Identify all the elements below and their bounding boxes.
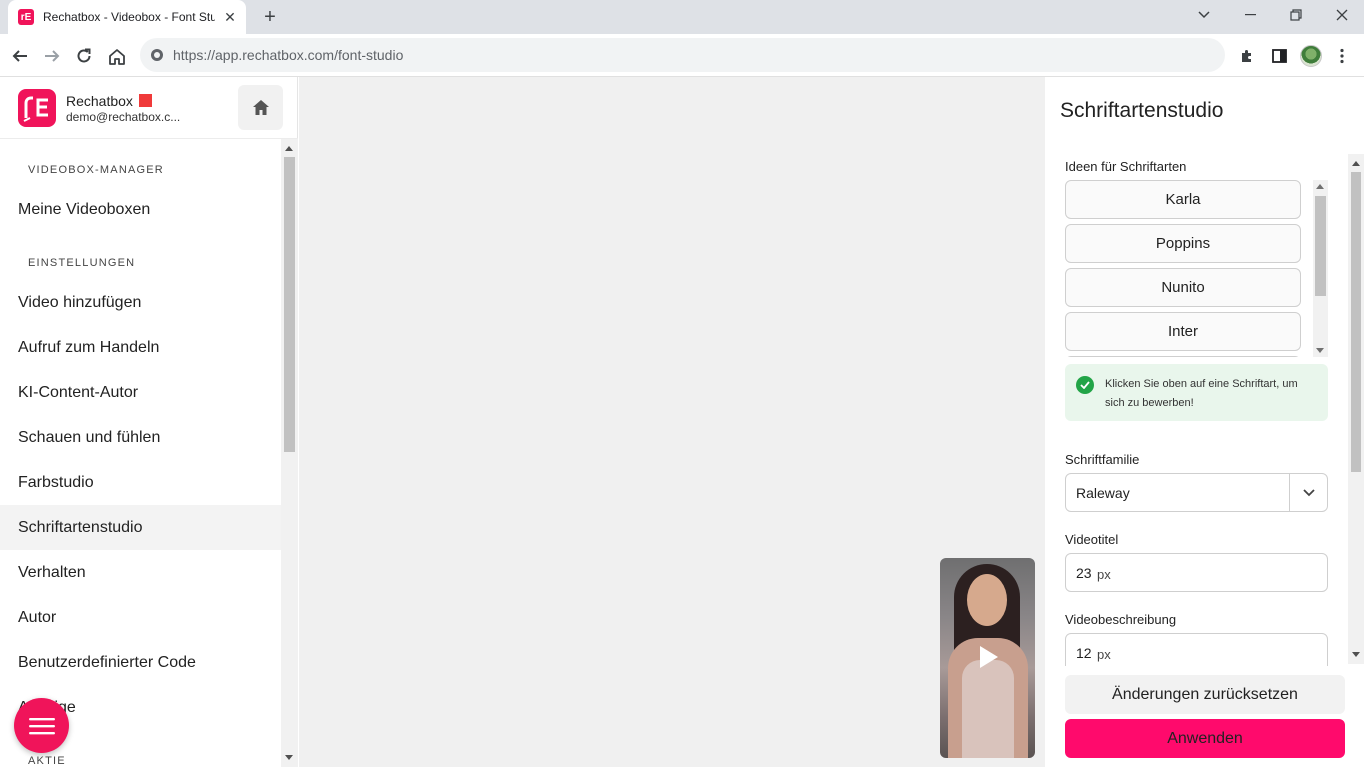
kebab-menu-icon[interactable] [1328,42,1356,70]
sidebar-scroll-thumb[interactable] [284,157,295,452]
scroll-down-arrow-icon[interactable] [285,755,293,760]
video-title-size-label: Videotitel [1065,532,1119,547]
font-studio-panel: Schriftartenstudio Ideen für Schriftarte… [1045,77,1364,767]
scroll-down-arrow-icon[interactable] [1316,348,1324,353]
url-text: https://app.rechatbox.com/font-studio [173,47,404,63]
sidebar-item-farbstudio[interactable]: Farbstudio [0,460,281,505]
browser-tab[interactable]: rE Rechatbox - Videobox - Font Studio ✕ [8,0,246,34]
font-family-select[interactable]: Raleway [1065,473,1328,512]
chevron-down-icon[interactable] [1289,474,1327,511]
video-description-size-label: Videobeschreibung [1065,612,1177,627]
sidebar-scrollbar[interactable] [281,139,298,767]
browser-tab-strip: rE Rechatbox - Videobox - Font Studio ✕ … [0,0,1364,34]
panel-scroll-thumb[interactable] [1351,172,1361,472]
brand-badge [138,94,152,107]
sidebar-item-aufruf-zum-handeln[interactable]: Aufruf zum Handeln [0,325,281,370]
section-einstellungen: EINSTELLUNGEN [28,257,136,269]
font-list-scrollbar[interactable] [1313,180,1328,357]
rechatbox-logo-icon [18,89,56,127]
scroll-up-arrow-icon[interactable] [1352,161,1360,166]
tab-favicon-icon: rE [18,9,34,25]
font-family-value: Raleway [1076,485,1130,501]
scroll-up-arrow-icon[interactable] [1316,184,1324,189]
sidebar-item-meine-videoboxen[interactable]: Meine Videoboxen [0,187,281,232]
brand-name: Rechatbox [66,93,152,109]
info-notice: Klicken Sie oben auf eine Schriftart, um… [1065,364,1328,421]
font-idea-button[interactable]: Inter [1065,312,1301,351]
forward-arrow-icon[interactable] [38,42,66,70]
play-icon[interactable] [980,646,998,668]
notice-text: Klicken Sie oben auf eine Schriftart, um… [1105,378,1298,409]
px-unit: px [1097,647,1111,662]
reset-changes-button[interactable]: Änderungen zurücksetzen [1065,675,1345,714]
home-icon [252,100,269,115]
reload-icon[interactable] [70,42,98,70]
font-list-scroll-thumb[interactable] [1315,196,1326,296]
profile-avatar[interactable] [1297,42,1325,70]
video-title-size-input[interactable]: 23 px [1065,553,1328,592]
browser-home-icon[interactable] [103,42,131,70]
browser-toolbar: https://app.rechatbox.com/font-studio [0,34,1364,77]
font-idea-button[interactable]: Nunito [1065,268,1301,307]
panel-title: Schriftartenstudio [1060,99,1224,122]
hamburger-icon [28,717,55,734]
address-bar[interactable]: https://app.rechatbox.com/font-studio [140,38,1225,72]
tab-close-icon[interactable]: ✕ [222,9,238,25]
panel-scrollbar[interactable] [1348,154,1364,664]
account-email: demo@rechatbox.c... [66,110,181,124]
font-idea-button[interactable]: Karla [1065,180,1301,219]
app-sidebar: Rechatbox demo@rechatbox.c... VIDEOBOX-M… [0,77,298,767]
section-aktie: AKTIE [28,755,66,767]
scroll-down-arrow-icon[interactable] [1352,652,1360,657]
sidebar-item-ki-content-autor[interactable]: KI-Content-Autor [0,370,281,415]
section-videobox-manager: VIDEOBOX-MANAGER [28,164,164,176]
side-panel-icon[interactable] [1265,42,1293,70]
sidebar-nav: VIDEOBOX-MANAGER Meine Videoboxen EINSTE… [0,139,298,767]
restore-icon[interactable] [1273,0,1319,30]
font-ideas-list: Karla Poppins Nunito Inter [1065,180,1328,357]
sidebar-header: Rechatbox demo@rechatbox.c... [0,77,298,139]
sidebar-item-video-hinzufuegen[interactable]: Video hinzufügen [0,280,281,325]
video-preview-card[interactable] [940,558,1035,758]
font-family-label: Schriftfamilie [1065,452,1140,467]
new-tab-plus-icon[interactable]: + [258,5,282,29]
font-ideas-label: Ideen für Schriftarten [1065,159,1187,174]
font-idea-button[interactable]: Poppins [1065,224,1301,263]
scroll-up-arrow-icon[interactable] [285,146,293,151]
tab-search-chevron-icon[interactable] [1181,0,1227,30]
back-arrow-icon[interactable] [6,42,34,70]
sidebar-item-schauen-und-fuehlen[interactable]: Schauen und fühlen [0,415,281,460]
check-circle-icon [1076,376,1094,394]
sidebar-item-verhalten[interactable]: Verhalten [0,550,281,595]
video-title-size-value: 23 [1076,565,1092,581]
sidebar-item-autor[interactable]: Autor [0,595,281,640]
preview-canvas [299,77,1045,767]
sidebar-item-benutzerdefinierter-code[interactable]: Benutzerdefinierter Code [0,640,281,685]
site-info-icon[interactable] [150,48,164,62]
apply-button[interactable]: Anwenden [1065,719,1345,758]
minimize-icon[interactable] [1227,0,1273,30]
menu-fab-button[interactable] [14,698,69,753]
tab-title: Rechatbox - Videobox - Font Studio [43,10,215,24]
extensions-puzzle-icon[interactable] [1233,42,1261,70]
px-unit: px [1097,567,1111,582]
dashboard-home-button[interactable] [238,85,283,130]
sidebar-item-schriftartenstudio[interactable]: Schriftartenstudio [0,505,281,550]
font-idea-button[interactable] [1065,356,1301,357]
close-window-icon[interactable] [1319,0,1364,30]
video-description-size-value: 12 [1076,645,1092,661]
